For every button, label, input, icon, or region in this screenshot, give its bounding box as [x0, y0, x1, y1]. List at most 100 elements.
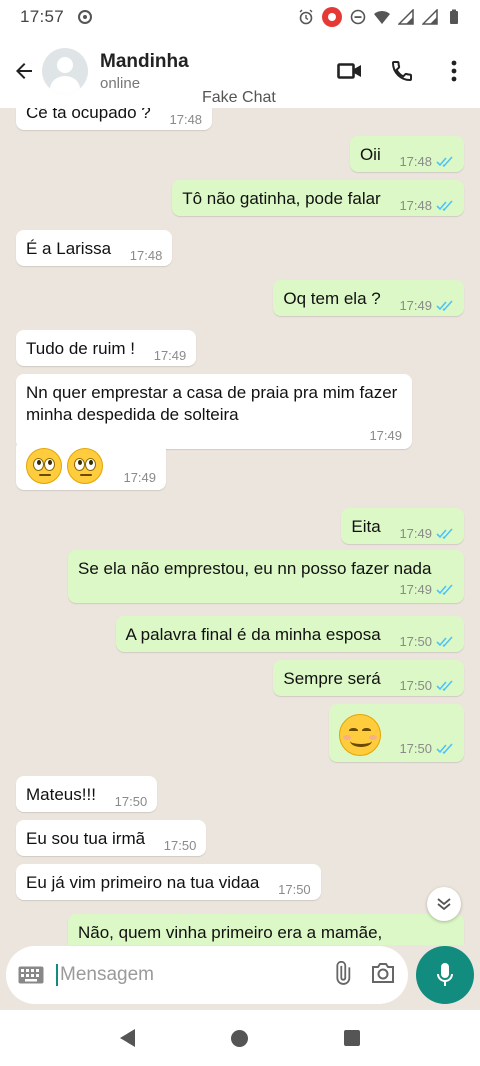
- chat-area[interactable]: Cê tá ocupado ? 17:48 Oii 17:48 Tô não g…: [0, 108, 480, 945]
- message-text: Oq tem ela ?: [283, 289, 381, 308]
- message-text: Não, quem vinha primeiro era a mamãe,: [78, 923, 383, 942]
- message-time: 17:50: [278, 882, 311, 897]
- message-incoming[interactable]: Eu já vim primeiro na tua vidaa 17:50: [16, 864, 321, 900]
- message-time: 17:50: [114, 794, 148, 809]
- read-ticks-icon: [436, 527, 453, 539]
- system-nav-bar: [0, 1010, 480, 1066]
- nav-recents-icon[interactable]: [344, 1030, 360, 1046]
- message-text: Eu já vim primeiro na tua vidaa: [26, 873, 260, 892]
- keyboard-icon: [18, 966, 44, 984]
- more-vert-icon: [451, 60, 457, 82]
- recording-icon: [322, 7, 342, 27]
- signal-icon: [398, 9, 414, 25]
- message-outgoing[interactable]: Não, quem vinha primeiro era a mamãe,: [68, 914, 464, 945]
- watermark: Fake Chat: [202, 89, 276, 106]
- message-incoming[interactable]: É a Larissa 17:48: [16, 230, 173, 266]
- message-text: Mateus!!!: [26, 785, 96, 804]
- attach-button[interactable]: [330, 960, 354, 990]
- message-outgoing[interactable]: Eita 17:49: [341, 508, 464, 544]
- message-text: Nn quer emprestar a casa de praia pra mi…: [26, 383, 398, 424]
- message-text: Tudo de ruim !: [26, 339, 135, 358]
- message-incoming[interactable]: Mateus!!! 17:50: [16, 776, 158, 812]
- double-chevron-down-icon: [437, 898, 451, 911]
- rolling-eyes-emoji-icon: [26, 448, 62, 484]
- message-incoming[interactable]: Eu sou tua irmã 17:50: [16, 820, 207, 856]
- message-time: 17:49: [369, 428, 402, 443]
- avatar[interactable]: [42, 48, 88, 94]
- message-text: Tô não gatinha, pode falar: [182, 189, 381, 208]
- message-incoming[interactable]: Nn quer emprestar a casa de praia pra mi…: [16, 374, 412, 449]
- message-outgoing[interactable]: Tô não gatinha, pode falar 17:48: [172, 180, 464, 216]
- do-not-disturb-icon: [350, 9, 366, 25]
- video-call-button[interactable]: [324, 47, 376, 95]
- header-actions: [324, 47, 480, 95]
- message-time: 17:49: [399, 526, 432, 541]
- screen-record-indicator-icon: [78, 10, 93, 24]
- message-text: É a Larissa: [26, 239, 112, 258]
- paperclip-icon: [336, 960, 351, 985]
- microphone-icon: [437, 963, 453, 986]
- message-time: 17:50: [399, 634, 432, 649]
- message-time: 17:50: [163, 838, 197, 853]
- video-call-icon: [337, 63, 361, 79]
- read-ticks-icon: [436, 635, 453, 647]
- message-text: Eu sou tua irmã: [26, 829, 146, 848]
- status-icons: [298, 7, 462, 27]
- message-time: 17:49: [153, 348, 187, 363]
- message-text: A palavra final é da minha esposa: [125, 625, 381, 644]
- message-time: 17:48: [399, 198, 432, 213]
- more-options-button[interactable]: [428, 47, 480, 95]
- alarm-icon: [299, 9, 313, 25]
- read-ticks-icon: [436, 299, 453, 311]
- message-text: Se ela não emprestou, eu nn posso fazer …: [78, 559, 432, 578]
- read-ticks-icon: [436, 743, 453, 755]
- wifi-icon: [374, 10, 390, 24]
- battery-icon: [450, 9, 458, 24]
- message-outgoing[interactable]: Se ela não emprestou, eu nn posso fazer …: [68, 550, 464, 603]
- message-outgoing[interactable]: Oq tem ela ? 17:49: [273, 280, 464, 316]
- message-incoming[interactable]: Tudo de ruim ! 17:49: [16, 330, 197, 366]
- camera-button[interactable]: [370, 962, 396, 989]
- message-outgoing[interactable]: Oii 17:48: [349, 136, 464, 172]
- message-incoming[interactable]: Cê tá ocupado ? 17:48: [16, 108, 213, 130]
- keyboard-button[interactable]: [18, 962, 44, 988]
- status-bar: 17:57: [0, 0, 480, 34]
- message-text: Cê tá ocupado ?: [26, 108, 151, 122]
- voice-call-button[interactable]: [376, 47, 428, 95]
- signal-icon-2: [422, 9, 438, 25]
- message-time: 17:49: [123, 470, 157, 486]
- message-time: 17:48: [169, 112, 203, 127]
- message-time: 17:50: [399, 678, 432, 693]
- message-outgoing[interactable]: A palavra final é da minha esposa 17:50: [115, 616, 464, 652]
- contact-info[interactable]: Mandinha online: [100, 51, 189, 92]
- message-time: 17:48: [129, 248, 163, 263]
- message-text: Sempre será: [283, 669, 381, 688]
- message-text: Eita: [351, 517, 381, 536]
- status-time: 17:57: [20, 7, 65, 26]
- smiling-face-emoji-icon: [338, 714, 381, 756]
- message-outgoing[interactable]: Sempre será 17:50: [273, 660, 464, 696]
- nav-home-icon[interactable]: [231, 1029, 248, 1047]
- message-incoming-emoji[interactable]: 17:49: [16, 440, 167, 490]
- message-input[interactable]: [56, 964, 296, 986]
- message-time: 17:49: [399, 582, 432, 597]
- nav-back-icon[interactable]: [120, 1029, 135, 1047]
- read-ticks-icon: [436, 199, 453, 211]
- back-button[interactable]: [4, 51, 44, 91]
- read-ticks-icon: [436, 583, 453, 595]
- voice-message-button[interactable]: [416, 946, 474, 1004]
- read-ticks-icon: [436, 679, 453, 691]
- composer-actions: [330, 960, 396, 990]
- message-text: Oii: [359, 145, 381, 164]
- message-composer: [6, 946, 408, 1004]
- read-ticks-icon: [436, 155, 453, 167]
- message-time: 17:48: [399, 154, 432, 169]
- message-outgoing-emoji[interactable]: 17:50: [328, 704, 464, 762]
- arrow-left-icon: [16, 63, 32, 79]
- contact-name: Mandinha: [100, 50, 189, 72]
- scroll-to-bottom-button[interactable]: [427, 887, 461, 921]
- camera-icon: [372, 962, 394, 983]
- message-time: 17:50: [399, 741, 432, 757]
- message-time: 17:49: [399, 298, 432, 313]
- phone-icon: [391, 61, 412, 82]
